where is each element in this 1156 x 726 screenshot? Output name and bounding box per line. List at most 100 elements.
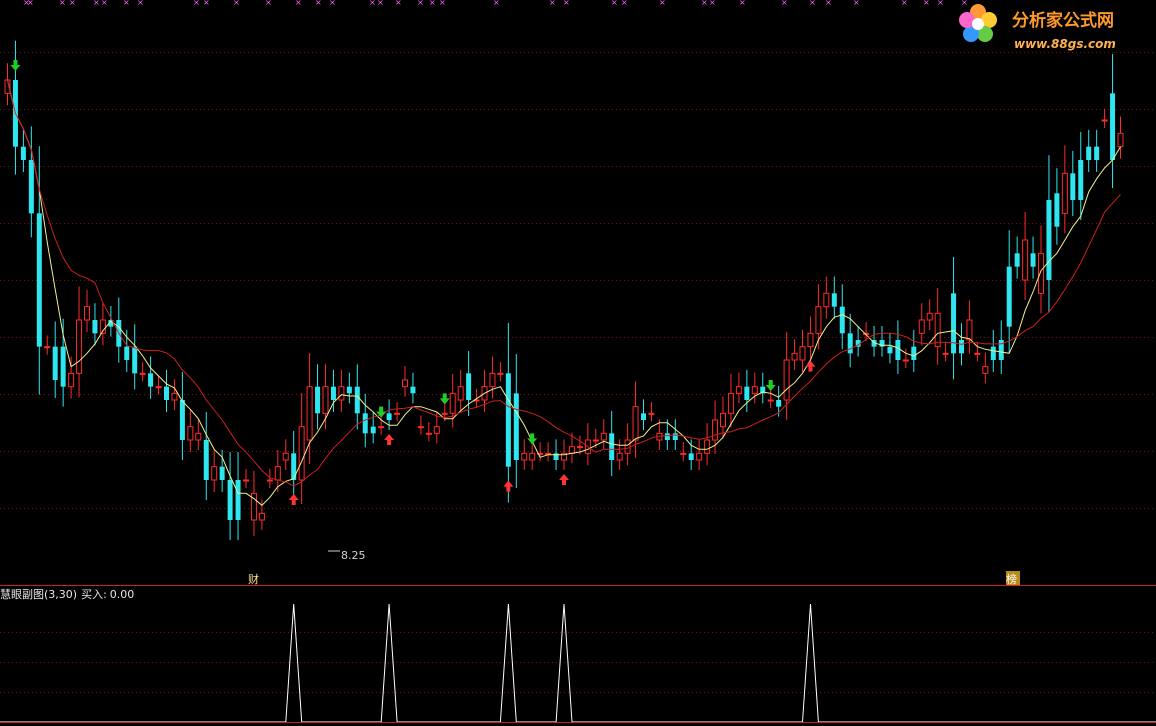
star-marker-icon: × bbox=[563, 0, 570, 7]
candle-body bbox=[139, 372, 146, 375]
candle-body bbox=[529, 452, 536, 461]
candle-body bbox=[783, 359, 790, 401]
indicator-params: (3,30) bbox=[44, 588, 77, 601]
candle-body bbox=[505, 373, 511, 467]
candle-body bbox=[187, 426, 194, 441]
candle-body bbox=[370, 426, 376, 434]
candle-body bbox=[306, 386, 313, 441]
candle-body bbox=[664, 433, 670, 440]
watermark-site: 分析家公式网 bbox=[1012, 10, 1114, 31]
candle-body bbox=[330, 386, 336, 400]
candle-body bbox=[203, 440, 209, 480]
candle-body bbox=[839, 306, 845, 334]
finance-tag[interactable]: 财 bbox=[248, 572, 259, 586]
candle-body bbox=[1038, 252, 1044, 294]
candle-body bbox=[823, 292, 830, 308]
candle-body bbox=[60, 346, 66, 387]
candle-body bbox=[322, 386, 329, 414]
candle-body bbox=[744, 386, 750, 400]
candle-body bbox=[338, 386, 345, 401]
candle-body bbox=[831, 293, 837, 307]
candle-body bbox=[951, 293, 957, 354]
star-marker-icon: × bbox=[377, 0, 384, 7]
rank-tag[interactable]: 榜 bbox=[1006, 572, 1017, 586]
candle-body bbox=[362, 413, 368, 434]
candle-body bbox=[195, 432, 202, 441]
candle-body bbox=[545, 452, 552, 455]
candle-body bbox=[616, 452, 623, 461]
candle-body bbox=[696, 452, 703, 461]
candle-body bbox=[1086, 146, 1092, 160]
candle-body bbox=[815, 306, 822, 334]
candle-body bbox=[20, 146, 26, 160]
candle-body bbox=[425, 432, 432, 435]
candle-body bbox=[911, 346, 917, 360]
candle-body bbox=[1070, 173, 1076, 200]
candle-body bbox=[274, 466, 281, 481]
candle-body bbox=[982, 366, 989, 374]
candle-body bbox=[727, 392, 734, 414]
star-marker-icon: × bbox=[659, 0, 666, 7]
candle-body bbox=[918, 319, 925, 334]
candle-body bbox=[417, 426, 424, 429]
candle-body bbox=[44, 346, 51, 349]
candle-body bbox=[974, 352, 981, 355]
star-marker-icon: × bbox=[329, 0, 336, 7]
candle-body bbox=[489, 372, 496, 388]
candle-body bbox=[1054, 193, 1060, 227]
candle-body bbox=[807, 332, 814, 348]
candle-body bbox=[632, 406, 639, 441]
candle-body bbox=[847, 333, 853, 354]
candle-body bbox=[791, 352, 798, 361]
star-marker-icon: × bbox=[203, 0, 210, 7]
candle-body bbox=[735, 386, 742, 394]
candle-body bbox=[84, 306, 90, 321]
star-marker-icon: × bbox=[961, 0, 968, 7]
star-marker-icon: × bbox=[853, 0, 860, 7]
candle-body bbox=[672, 433, 678, 440]
candle-body bbox=[354, 386, 360, 414]
star-marker-icon: × bbox=[315, 0, 322, 7]
candle-body bbox=[576, 446, 583, 449]
candle-body bbox=[776, 400, 782, 407]
candle-body bbox=[457, 386, 464, 401]
candle-body bbox=[346, 386, 352, 394]
buy-label: 买入: bbox=[81, 588, 107, 601]
low-price-label: 8.25 bbox=[341, 549, 366, 562]
star-marker-icon: × bbox=[69, 0, 76, 7]
candle-body bbox=[148, 373, 154, 387]
candle-body bbox=[1101, 119, 1108, 122]
candle-body bbox=[592, 439, 599, 442]
candle-body bbox=[433, 426, 440, 434]
candle-body bbox=[155, 386, 162, 389]
indicator-name: 慧眼副图 bbox=[0, 587, 44, 601]
candle-body bbox=[211, 466, 218, 481]
candle-body bbox=[36, 213, 42, 347]
star-marker-icon: × bbox=[901, 0, 908, 7]
candle-body bbox=[680, 452, 687, 455]
candle-body bbox=[1094, 146, 1100, 160]
candle-body bbox=[243, 479, 249, 482]
candle-body bbox=[378, 426, 385, 429]
star-marker-icon: × bbox=[621, 0, 628, 7]
star-marker-icon: × bbox=[809, 0, 816, 7]
star-marker-icon: × bbox=[369, 0, 376, 7]
star-marker-icon: × bbox=[709, 0, 716, 7]
candle-body bbox=[521, 452, 528, 461]
candle-body bbox=[959, 340, 964, 354]
candle-body bbox=[410, 386, 416, 394]
candle-body bbox=[895, 340, 901, 360]
candle-body bbox=[767, 399, 774, 402]
star-marker-icon: × bbox=[123, 0, 130, 7]
star-marker-icon: × bbox=[233, 0, 240, 7]
candle-body bbox=[258, 512, 265, 521]
candle-body bbox=[282, 452, 289, 461]
star-marker-icon: × bbox=[493, 0, 500, 7]
candle-body bbox=[990, 346, 996, 360]
candle-body bbox=[1117, 132, 1124, 148]
star-marker-icon: × bbox=[825, 0, 832, 7]
candle-body bbox=[441, 412, 448, 415]
star-marker-icon: × bbox=[429, 0, 436, 7]
candle-body bbox=[688, 453, 694, 460]
candle-body bbox=[624, 439, 631, 454]
